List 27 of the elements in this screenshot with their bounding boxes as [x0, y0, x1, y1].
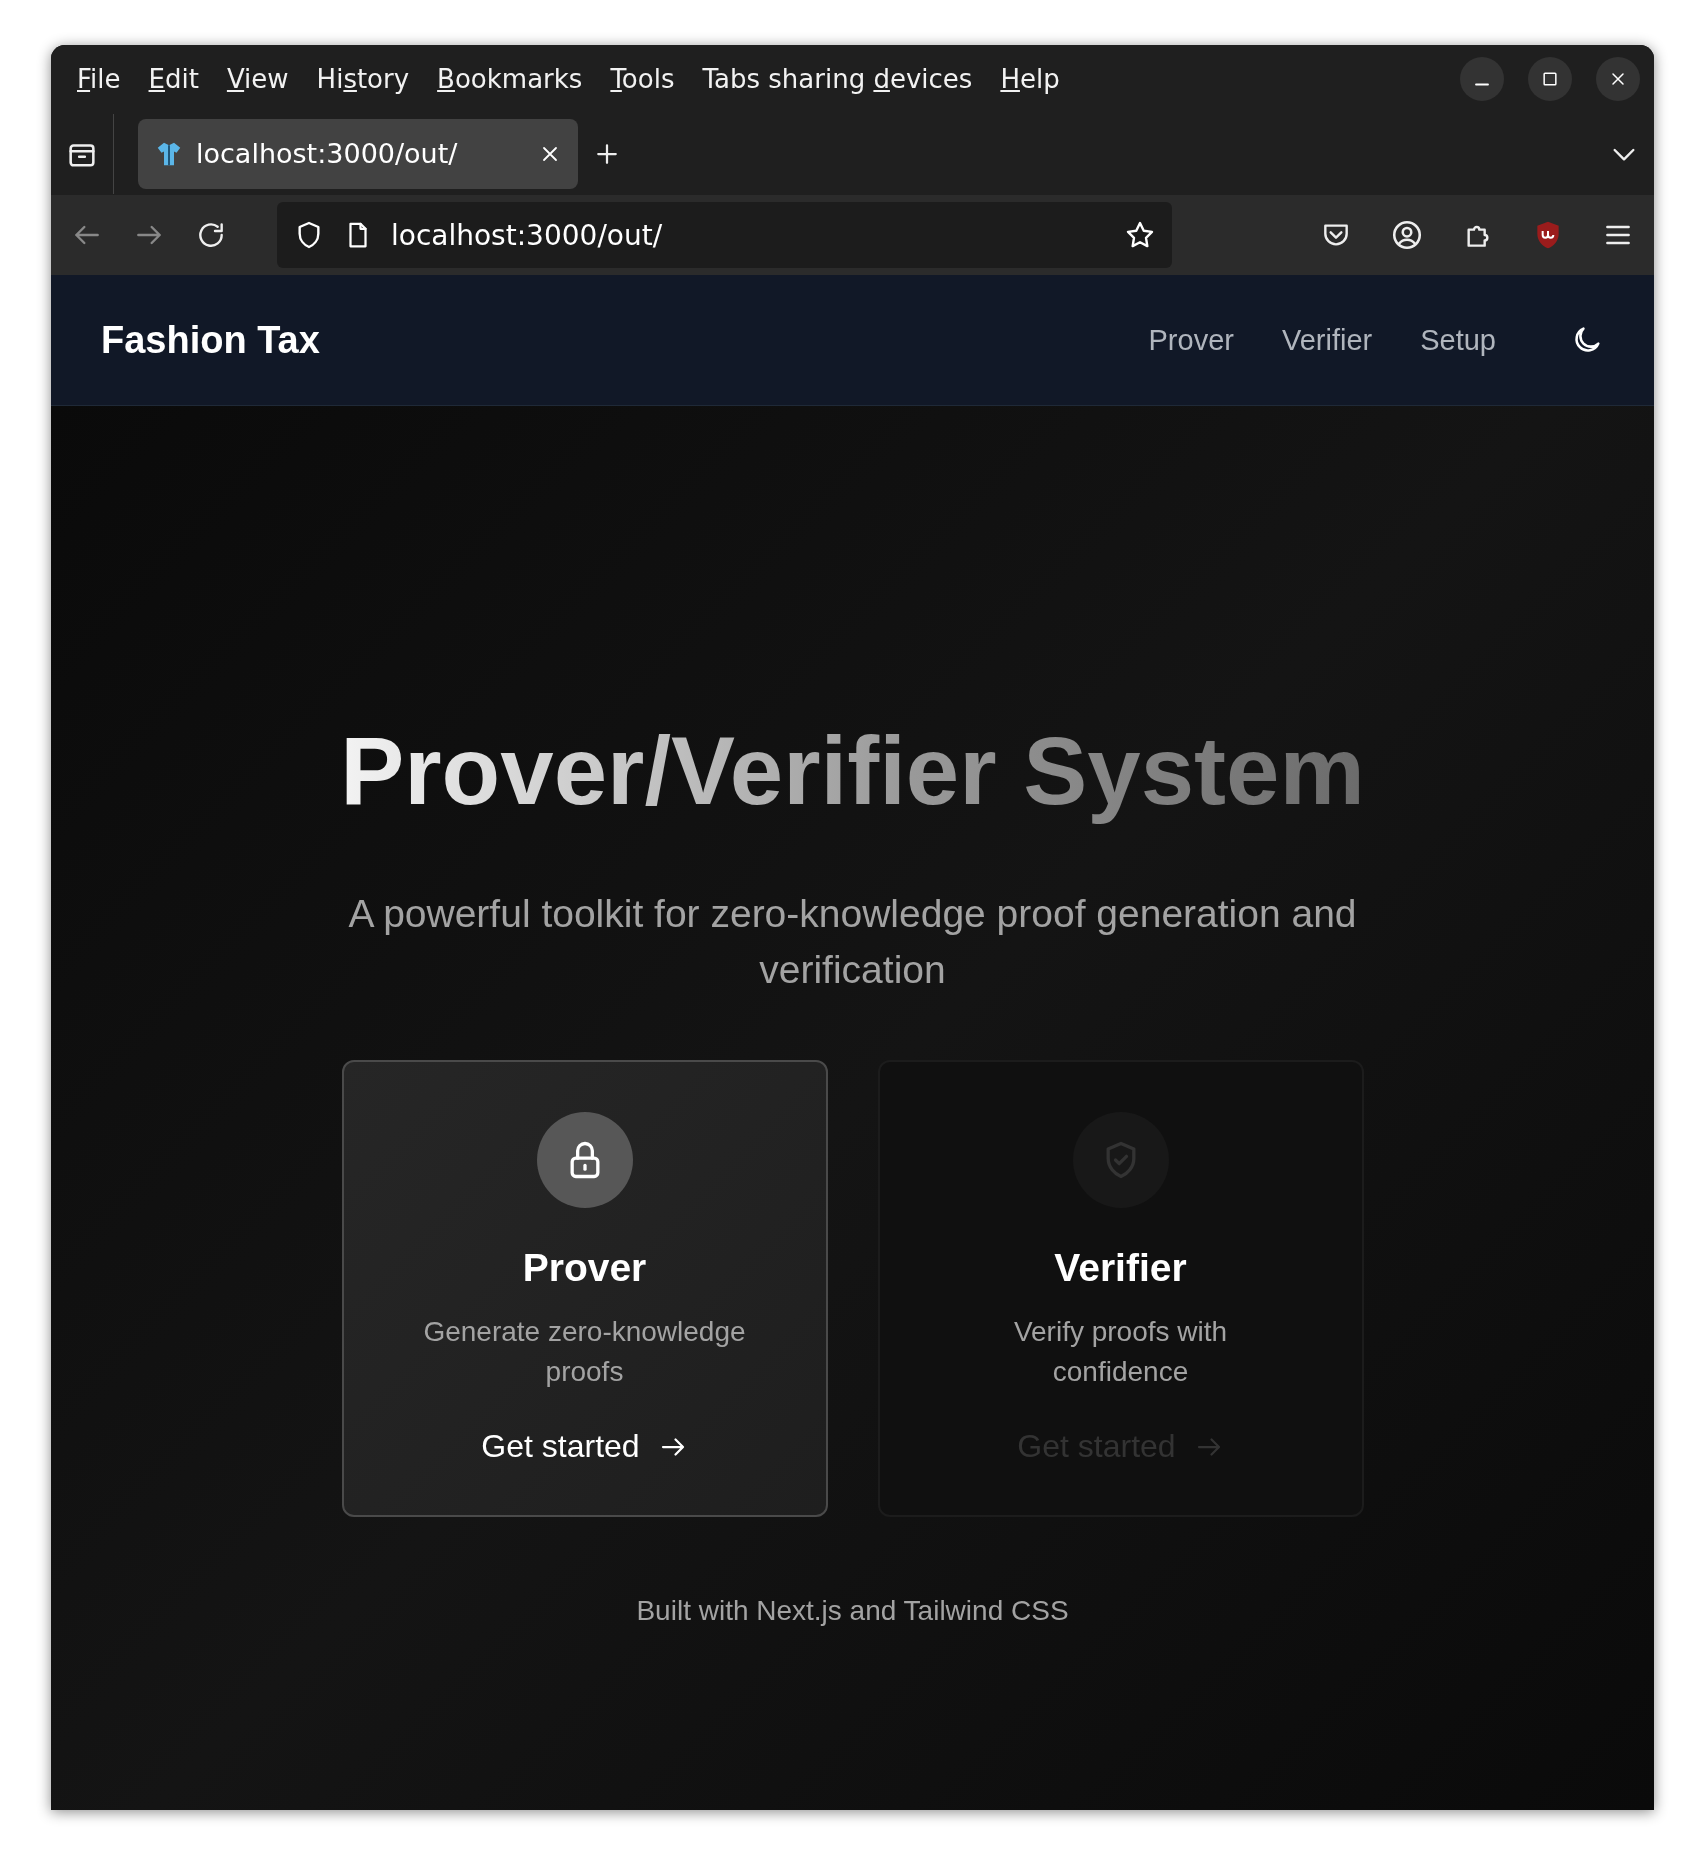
- card-title: Prover: [522, 1246, 647, 1290]
- menu-item[interactable]: Help: [988, 59, 1072, 98]
- card-description: Verify proofs with confidence: [1012, 1315, 1229, 1389]
- menu-item[interactable]: History: [304, 59, 422, 98]
- menu-item[interactable]: File: [65, 59, 133, 98]
- menu-item[interactable]: Tabs sharing devices: [690, 59, 985, 98]
- menu-item[interactable]: View: [214, 59, 301, 98]
- maximize-button[interactable]: [1528, 56, 1572, 101]
- menu-item[interactable]: Bookmarks: [425, 59, 595, 98]
- footer-text: Built with Next.js and Tailwind CSS: [636, 1595, 1069, 1627]
- minimize-icon: [1475, 83, 1489, 86]
- nav-link[interactable]: Verifier: [1281, 323, 1373, 357]
- brand-title: Fashion Tax: [101, 318, 320, 362]
- nav-link[interactable]: Prover: [1148, 323, 1234, 357]
- card-title: Verifier: [1054, 1246, 1187, 1290]
- card-description: Generate zero-knowledge proofs: [422, 1315, 747, 1389]
- nav-link[interactable]: Setup: [1420, 323, 1496, 357]
- menu-item[interactable]: Tools: [598, 59, 687, 98]
- menu-item[interactable]: Edit: [136, 59, 211, 98]
- feature-card[interactable]: Prover Generate zero-knowledge proofs Get started: [341, 1060, 828, 1517]
- get-started-button[interactable]: Get started: [473, 1424, 696, 1469]
- hero-subtitle: A powerful toolkit for zero-knowledge proof generation and verification: [347, 891, 1358, 993]
- browser-tab[interactable]: localhost:3000/out/: [138, 118, 578, 189]
- account-icon: [1390, 218, 1424, 252]
- address-bar[interactable]: localhost:3000/out/: [277, 202, 1172, 268]
- minimize-button[interactable]: [1460, 56, 1504, 101]
- close-button[interactable]: [1596, 56, 1640, 101]
